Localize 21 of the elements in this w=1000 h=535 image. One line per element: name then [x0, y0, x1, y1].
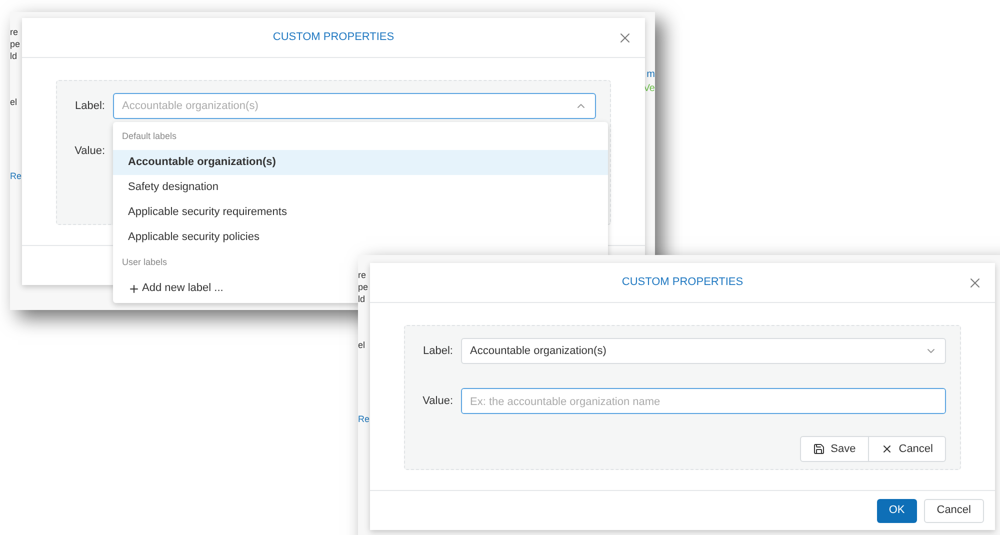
- background-text: re: [10, 26, 20, 38]
- background-text: el: [10, 96, 18, 108]
- group-heading: Default labels: [122, 130, 177, 144]
- background-text: ld: [358, 293, 366, 305]
- dialog-title: CUSTOM PROPERTIES: [272, 30, 394, 46]
- background-text: re: [358, 269, 368, 281]
- background-text: el: [358, 339, 366, 351]
- background-text: pe: [10, 38, 22, 50]
- background-text: ld: [10, 50, 18, 62]
- group-heading: User labels: [122, 256, 168, 270]
- background-text: Re: [10, 170, 22, 182]
- value-field-label: Value:: [422, 394, 453, 409]
- background-text: pe: [358, 281, 370, 293]
- value-field-label: Value:: [74, 144, 105, 159]
- select-placeholder: Accountable organization(s): [122, 98, 260, 114]
- background-text: m: [646, 68, 655, 82]
- label-field-label: Label:: [422, 344, 453, 359]
- label-field-label: Label:: [74, 98, 105, 114]
- select-value: Accountable organization(s): [470, 344, 608, 359]
- dialog-title: CUSTOM PROPERTIES: [622, 275, 744, 290]
- background-text: Re: [358, 413, 370, 425]
